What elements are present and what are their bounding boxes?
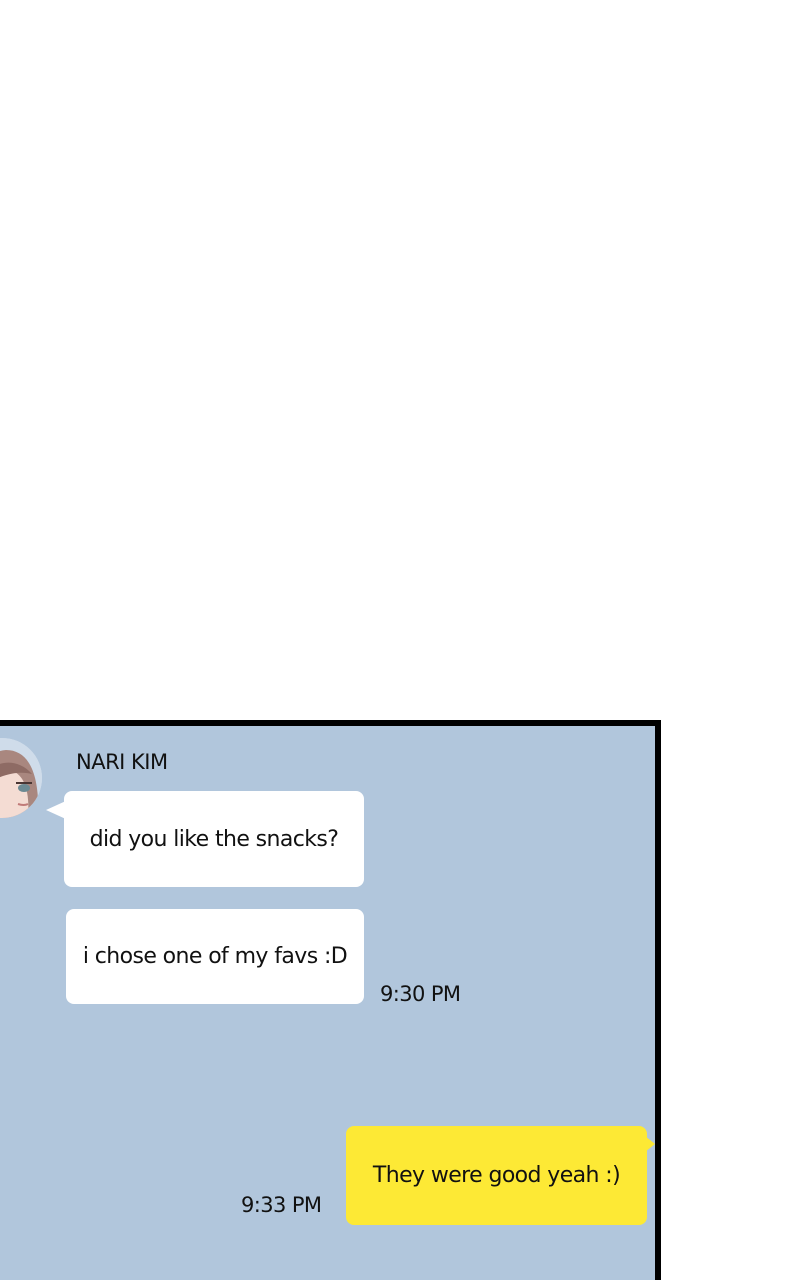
message-text: i chose one of my favs :D: [82, 944, 348, 969]
message-timestamp: 9:33 PM: [241, 1193, 322, 1217]
incoming-message-bubble[interactable]: did you like the snacks?: [64, 791, 364, 887]
outgoing-bubble-tail: [645, 1136, 655, 1152]
message-timestamp: 9:30 PM: [380, 982, 461, 1006]
outgoing-message-bubble[interactable]: They were good yeah :): [346, 1126, 647, 1225]
page: NARI KIM did you like the snacks? i chos…: [0, 0, 800, 1280]
message-text: did you like the snacks?: [89, 826, 339, 852]
incoming-message-bubble[interactable]: i chose one of my favs :D: [66, 909, 364, 1004]
contact-name: NARI KIM: [76, 750, 168, 774]
message-text: They were good yeah :): [372, 1163, 621, 1188]
